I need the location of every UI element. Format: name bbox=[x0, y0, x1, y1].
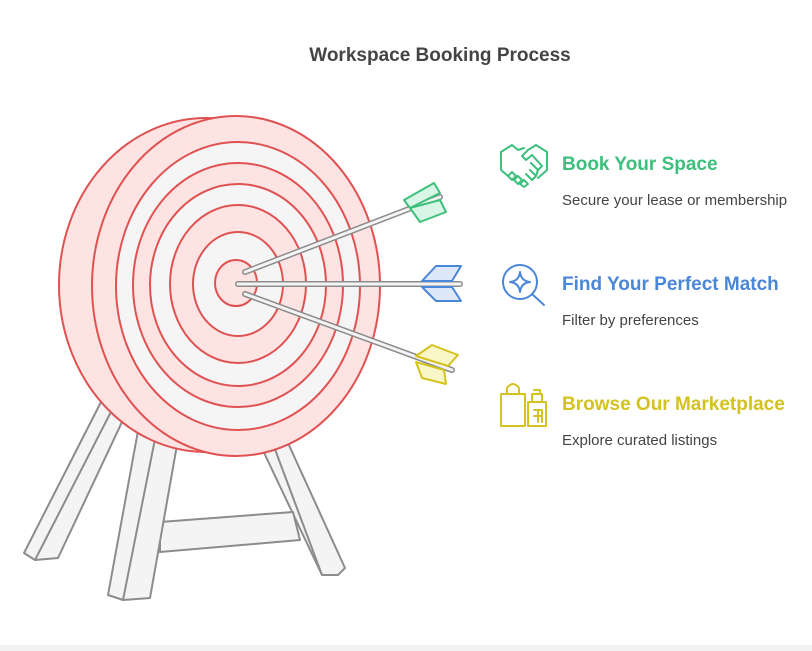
shopping-bags-icon bbox=[500, 383, 547, 427]
handshake-icon bbox=[500, 144, 548, 188]
step-description-book-your-space: Secure your lease or membership bbox=[562, 192, 788, 209]
step-title-book-your-space: Book Your Space bbox=[562, 154, 718, 175]
bottom-divider bbox=[0, 645, 812, 651]
step-description-find-your-perfect-match: Filter by preferences bbox=[562, 312, 699, 329]
step-title-find-your-perfect-match: Find Your Perfect Match bbox=[562, 274, 779, 295]
step-description-browse-our-marketplace: Explore curated listings bbox=[562, 432, 718, 449]
step-title-browse-our-marketplace: Browse Our Marketplace bbox=[562, 394, 785, 415]
search-sparkle-icon bbox=[502, 264, 545, 306]
